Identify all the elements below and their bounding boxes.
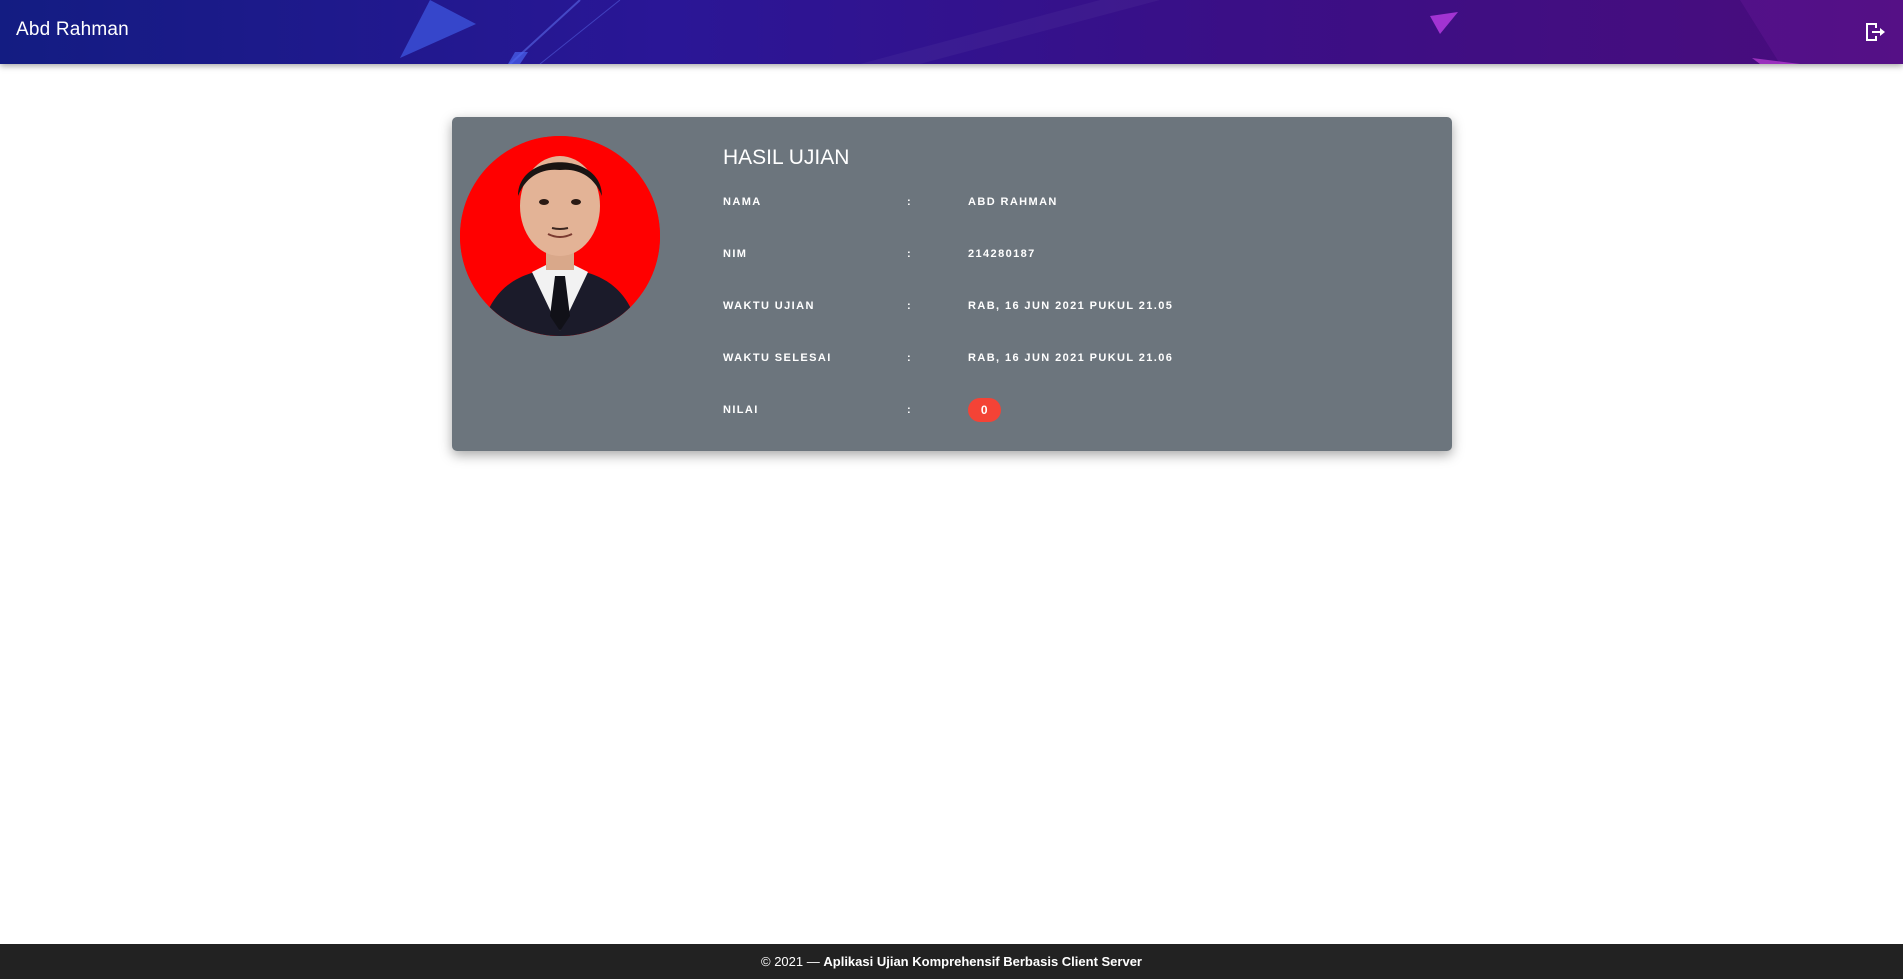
nama-colon: : [907,196,913,208]
nama-label: NAMA [723,196,762,208]
app-brand[interactable]: Abd Rahman [16,19,129,41]
user-photo [460,136,660,336]
row-nim: NIM : 214280187 [723,244,1423,264]
header-decoration [400,0,1903,64]
logout-button[interactable] [1863,20,1887,44]
nim-label: NIM [723,248,748,260]
footer: © 2021 — Aplikasi Ujian Komprehensif Ber… [0,944,1903,979]
waktu-selesai-colon: : [907,352,913,364]
nim-value: 214280187 [968,248,1036,260]
row-waktu-selesai: WAKTU SELESAI : RAB, 16 JUN 2021 PUKUL 2… [723,348,1423,368]
waktu-ujian-colon: : [907,300,913,312]
result-title: HASIL UJIAN [723,146,850,169]
waktu-selesai-label: WAKTU SELESAI [723,352,832,364]
waktu-ujian-label: WAKTU UJIAN [723,300,815,312]
nilai-label: NILAI [723,404,759,416]
exam-result-card: HASIL UJIAN NAMA : ABD RAHMAN NIM : 2142… [452,117,1452,451]
nim-colon: : [907,248,913,260]
top-navbar: Abd Rahman [0,0,1903,64]
row-nama: NAMA : ABD RAHMAN [723,192,1423,212]
row-waktu-ujian: WAKTU UJIAN : RAB, 16 JUN 2021 PUKUL 21.… [723,296,1423,316]
footer-app-name: Aplikasi Ujian Komprehensif Berbasis Cli… [823,954,1142,969]
profile-photo [460,136,660,336]
waktu-selesai-value: RAB, 16 JUN 2021 PUKUL 21.06 [968,352,1174,364]
logout-icon [1866,23,1885,41]
nilai-colon: : [907,404,913,416]
footer-copyright: © 2021 — [761,954,820,969]
score-badge: 0 [968,398,1001,422]
waktu-ujian-value: RAB, 16 JUN 2021 PUKUL 21.05 [968,300,1174,312]
nama-value: ABD RAHMAN [968,196,1058,208]
row-nilai: NILAI : 0 [723,398,1423,422]
